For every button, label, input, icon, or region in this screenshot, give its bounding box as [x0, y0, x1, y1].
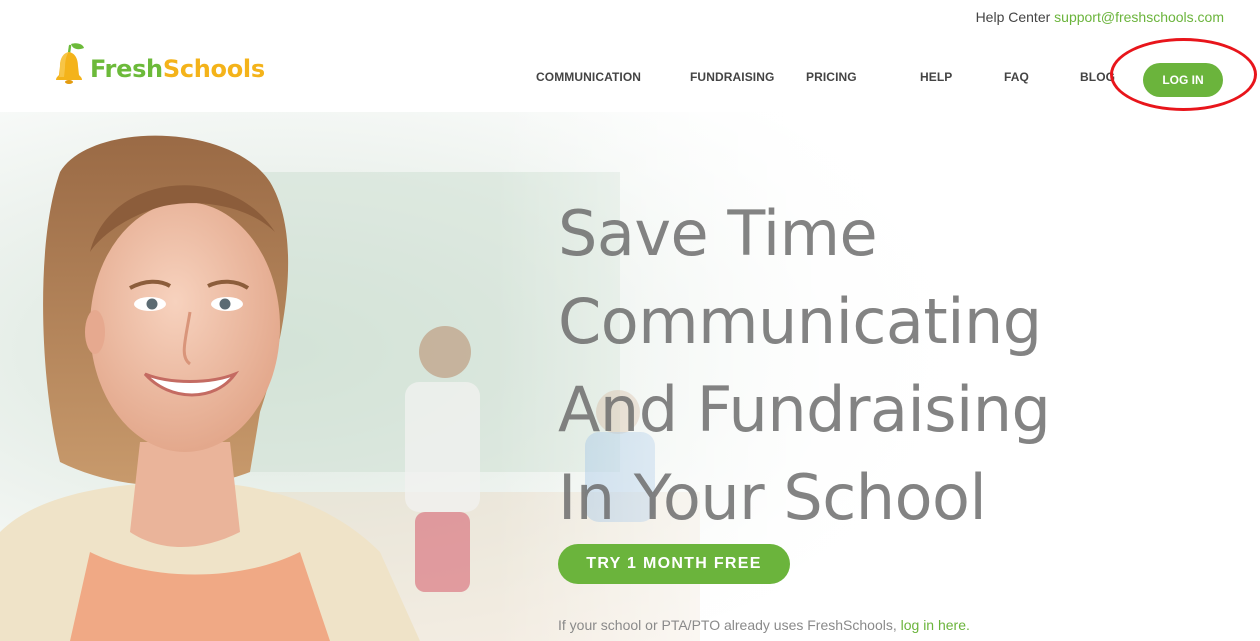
nav-communication[interactable]: COMMUNICATION	[536, 70, 641, 84]
try-free-button[interactable]: TRY 1 MONTH FREE	[558, 544, 790, 584]
help-center-label: Help Center	[975, 9, 1051, 25]
hero-headline: Save Time Communicating And Fundraising …	[558, 190, 1238, 542]
login-button[interactable]: LOG IN	[1143, 63, 1223, 97]
nav-blog[interactable]: BLOG	[1080, 70, 1115, 84]
support-email-link[interactable]: support@freshschools.com	[1054, 9, 1224, 25]
main-nav: COMMUNICATION FUNDRAISING PRICING HELP F…	[0, 70, 1260, 90]
headline-line-3: And Fundraising	[558, 373, 1051, 446]
help-bar: Help Center support@freshschools.com	[976, 9, 1224, 25]
existing-user-note: If your school or PTA/PTO already uses F…	[558, 617, 970, 633]
nav-faq[interactable]: FAQ	[1004, 70, 1029, 84]
nav-fundraising[interactable]: FUNDRAISING	[690, 70, 774, 84]
headline-line-1: Save Time	[558, 197, 878, 270]
headline-line-4: In Your School	[558, 461, 987, 534]
nav-pricing[interactable]: PRICING	[806, 70, 857, 84]
login-note-text: If your school or PTA/PTO already uses F…	[558, 617, 897, 633]
headline-line-2: Communicating	[558, 285, 1042, 358]
nav-help[interactable]: HELP	[920, 70, 952, 84]
login-here-link[interactable]: log in here.	[901, 617, 970, 633]
